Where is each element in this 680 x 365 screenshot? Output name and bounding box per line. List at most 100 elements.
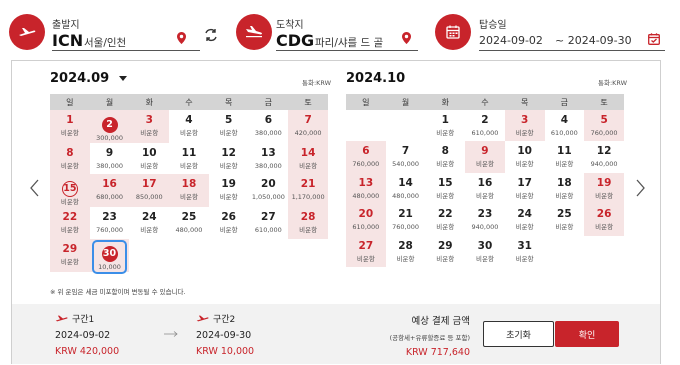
day-cell[interactable]: 5 760,000	[584, 110, 624, 142]
day-cell[interactable]: 16 비운항	[465, 173, 505, 204]
day-cell[interactable]: 29 비운항	[50, 238, 90, 272]
day-cell[interactable]: 17 비운항	[505, 173, 545, 204]
day-cell[interactable]: 30 비운항	[465, 236, 505, 267]
day-cell[interactable]: 1 비운항	[50, 110, 90, 143]
day-cell[interactable]: 14 480,000	[386, 173, 426, 204]
selected-day-number: 30	[101, 245, 118, 262]
day-cell[interactable]: 7 540,000	[386, 141, 426, 172]
day-cell[interactable]: 11 비운항	[169, 143, 209, 174]
day-fare: 비운항	[219, 162, 238, 170]
day-cell[interactable]: 17 850,000	[129, 174, 170, 208]
day-cell[interactable]: 27 610,000	[249, 207, 289, 238]
day-cell[interactable]: 12 940,000	[584, 141, 624, 172]
day-number: 9	[481, 145, 489, 158]
day-fare: 480,000	[352, 191, 380, 200]
day-cell[interactable]: 10 비운항	[129, 143, 169, 174]
day-fare: 비운항	[515, 191, 534, 200]
day-cell[interactable]: 23 760,000	[90, 207, 130, 238]
day-cell[interactable]: 24 비운항	[505, 204, 545, 235]
calendar-week-row: 22 비운항 23 760,000 24 비운항 25 480,000 26 비운항 27 610,0…	[50, 207, 328, 239]
confirm-button[interactable]: 확인	[555, 321, 619, 347]
day-cell[interactable]: 12 비운항	[209, 143, 249, 174]
day-cell[interactable]: 22 비운항	[50, 207, 90, 239]
day-cell[interactable]: 1 비운항	[425, 110, 465, 141]
day-cell[interactable]: 19 비운항	[584, 172, 624, 205]
day-cell[interactable]: 11 비운항	[545, 141, 585, 172]
day-cell[interactable]: 30 10,000	[89, 238, 130, 274]
day-cell[interactable]: 26 비운항	[209, 207, 249, 238]
day-number: 11	[557, 145, 572, 158]
day-cell[interactable]: 16 680,000	[89, 174, 130, 208]
day-cell[interactable]: 18 비운항	[545, 173, 585, 204]
day-cell[interactable]: 8 비운항	[50, 143, 90, 175]
day-cell[interactable]: 28 비운항	[288, 207, 328, 239]
day-cell[interactable]: 5 비운항	[209, 110, 249, 143]
day-cell[interactable]: 31 비운항	[505, 236, 545, 267]
day-fare: 비운항	[299, 226, 318, 235]
day-cell[interactable]: 14 비운항	[288, 143, 328, 175]
day-fare: 비운항	[396, 254, 415, 263]
day-number: 8	[66, 147, 74, 159]
plane-icon	[196, 315, 209, 322]
day-cell[interactable]: 3 비운항	[129, 110, 170, 143]
day-number: 17	[517, 176, 532, 189]
day-cell[interactable]: 26 비운항	[584, 204, 624, 236]
day-number: 25	[557, 208, 572, 221]
day-cell[interactable]: 25 480,000	[169, 207, 209, 238]
day-cell[interactable]: 6 760,000	[346, 141, 386, 173]
day-cell[interactable]: 15 비운항	[425, 173, 465, 204]
reset-button[interactable]: 초기화	[483, 321, 554, 347]
day-cell[interactable]: 2 610,000	[465, 110, 505, 141]
location-pin-icon[interactable]	[402, 32, 411, 44]
chevron-down-icon[interactable]	[118, 75, 127, 82]
arrival-field[interactable]: 도착지 CDG 파리/샤를 드 골	[236, 14, 418, 52]
day-cell[interactable]: 9 380,000	[90, 143, 130, 174]
day-cell[interactable]: 13 480,000	[346, 172, 386, 205]
dates-field[interactable]: 탑승일 2024-09-02 ~ 2024-09-30	[435, 14, 665, 52]
weekday-header: 수	[465, 94, 505, 110]
day-cell[interactable]: 22 비운항	[425, 204, 465, 235]
day-cell[interactable]: 2 300,000	[89, 110, 130, 143]
day-cell[interactable]: 24 비운항	[129, 207, 169, 238]
day-cell[interactable]: 20 610,000	[346, 204, 386, 236]
day-cell[interactable]: 4 비운항	[169, 110, 209, 143]
day-number: 9	[105, 147, 114, 159]
day-cell[interactable]: 19 비운항	[209, 174, 249, 207]
location-pin-icon[interactable]	[177, 32, 186, 44]
prev-month-arrow-icon[interactable]	[30, 179, 39, 197]
day-cell[interactable]: 25 비운항	[545, 204, 585, 235]
next-month-arrow-icon[interactable]	[636, 179, 645, 197]
day-cell[interactable]: 10 비운항	[505, 141, 545, 172]
day-cell[interactable]: 23 940,000	[465, 204, 505, 235]
day-cell[interactable]: 15 비운항	[50, 174, 90, 208]
day-cell[interactable]: 8 비운항	[425, 141, 465, 172]
calendar-small-icon[interactable]	[648, 33, 660, 45]
day-cell[interactable]: 3 비운항	[504, 110, 545, 142]
day-cell[interactable]: 29 비운항	[425, 236, 465, 267]
right-currency: 통화:KRW	[598, 79, 628, 87]
weekday-header: 일	[346, 94, 386, 110]
day-cell[interactable]: 7 420,000	[288, 110, 328, 143]
day-cell[interactable]: 21 760,000	[386, 204, 426, 235]
departure-field[interactable]: 출발지 ICN 서울/인천	[9, 14, 200, 52]
day-fare: 비운항	[555, 191, 574, 200]
day-cell[interactable]: 20 1,050,000	[249, 174, 289, 207]
day-cell[interactable]: 18 비운항	[169, 174, 209, 208]
day-number: 29	[437, 239, 453, 252]
right-calendar: 일 월 화 수 목 금 토 1 비운항 2 610,000 3 비운항 4 610,000 5 760,000 6…	[346, 94, 624, 267]
empty-day-cell	[249, 239, 289, 272]
weekday-header: 화	[425, 94, 466, 110]
day-number: 18	[557, 176, 572, 189]
left-month-title[interactable]: 2024.09	[50, 71, 127, 86]
day-cell[interactable]: 9 비운항	[465, 141, 505, 173]
day-cell[interactable]: 4 610,000	[545, 110, 585, 141]
segment-2: 구간2 2024-09-30 KRW 10,000	[196, 312, 254, 357]
swap-icon[interactable]	[204, 28, 218, 42]
day-number: 1	[66, 114, 74, 126]
weekday-header: 토	[288, 94, 328, 110]
day-cell[interactable]: 28 비운항	[386, 236, 426, 267]
day-cell[interactable]: 27 비운항	[346, 235, 386, 267]
day-cell[interactable]: 21 1,170,000	[288, 174, 328, 208]
day-cell[interactable]: 13 380,000	[249, 143, 289, 174]
day-cell[interactable]: 6 380,000	[249, 110, 289, 143]
